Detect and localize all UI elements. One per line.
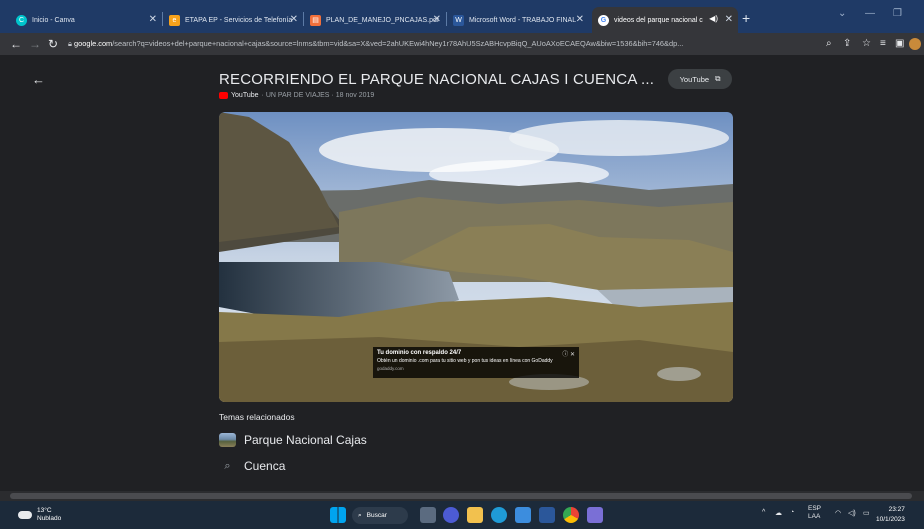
clock[interactable]: 23:27 10/1/2023: [876, 505, 905, 525]
google-icon: G: [598, 14, 609, 26]
video-ad-overlay[interactable]: Tu dominio con respaldo 24/7 Obtén un do…: [373, 347, 579, 378]
tab-label: Microsoft Word - TRABAJO FINAL: [469, 16, 577, 24]
minimize-icon[interactable]: —: [865, 8, 875, 19]
store-icon[interactable]: [515, 507, 531, 523]
volume-icon[interactable]: ◁): [848, 509, 856, 517]
video-title[interactable]: RECORRIENDO EL PARQUE NACIONAL CAJAS I C…: [219, 71, 654, 88]
reload-icon[interactable]: ↻: [48, 37, 58, 51]
video-date: 18 nov 2019: [335, 92, 375, 99]
tab-label: videos del parque nacional c: [614, 16, 703, 24]
close-tab-icon[interactable]: ✕: [149, 14, 157, 25]
onedrive-icon[interactable]: ☁: [775, 509, 782, 517]
external-link-icon: ⧉: [715, 74, 721, 83]
new-tab-icon[interactable]: +: [742, 10, 750, 26]
close-tab-icon[interactable]: ✕: [576, 14, 584, 25]
tab-search-icon[interactable]: ⌄: [838, 8, 846, 19]
related-thumbnail: [219, 433, 236, 447]
lang-top: ESP: [808, 505, 822, 512]
pdf-icon: ▤: [310, 14, 321, 26]
ad-close-icon[interactable]: ⓘ ✕: [562, 349, 575, 358]
chrome-icon[interactable]: [563, 507, 579, 523]
tab-label: Inicio - Canva: [32, 16, 75, 24]
close-tab-icon[interactable]: ✕: [290, 14, 298, 25]
battery-icon[interactable]: ▭: [863, 509, 870, 517]
etapa-icon: e: [169, 14, 180, 26]
tab-pdf[interactable]: ▤ PLAN_DE_MANEJO_PNCAJAS.pdf ✕: [304, 7, 446, 33]
scrollbar-thumb[interactable]: [10, 493, 912, 499]
reading-list-icon[interactable]: ≡: [880, 38, 886, 49]
related-item-parque-nacional-cajas[interactable]: Parque Nacional Cajas: [219, 433, 367, 447]
toolbar: ← → ↻ 🔒︎ google.com/search?q=videos+del+…: [0, 33, 924, 55]
language-indicator[interactable]: ESP LAA: [808, 505, 821, 521]
tab-strip: C Inicio - Canva ✕ e ETAPA EP - Servicio…: [0, 0, 924, 33]
maximize-icon[interactable]: ❐: [893, 8, 902, 19]
related-item-cuenca[interactable]: ⌕ Cuenca: [219, 459, 285, 473]
tray-app-icon[interactable]: ◔: [790, 509, 794, 516]
cloud-icon: [18, 511, 32, 519]
youtube-button-label: YouTube: [679, 74, 710, 84]
side-panel-icon[interactable]: ▣: [895, 38, 904, 49]
url-path: /search?q=videos+del+parque+nacional+caj…: [112, 39, 684, 48]
word-taskbar-icon[interactable]: [539, 507, 555, 523]
tab-canva[interactable]: C Inicio - Canva ✕: [10, 7, 162, 33]
related-item-label: Parque Nacional Cajas: [244, 433, 367, 447]
back-arrow-icon[interactable]: ←: [10, 37, 22, 51]
back-arrow-icon[interactable]: ←: [32, 72, 45, 87]
tab-etapa[interactable]: e ETAPA EP - Servicios de Telefonía ✕: [163, 7, 303, 33]
weather-widget[interactable]: 13°C Nublado: [18, 507, 61, 523]
taskbar: 13°C Nublado ⌕ Buscar ^ ☁ ◔ ESP LAA ◠ ◁)…: [0, 501, 924, 529]
wifi-icon[interactable]: ◠: [835, 509, 841, 517]
windows-start-icon[interactable]: [330, 507, 346, 523]
tab-label: ETAPA EP - Servicios de Telefonía: [185, 16, 293, 24]
clock-time: 23:27: [888, 506, 905, 513]
tab-google-videos[interactable]: G videos del parque nacional c ◀) ✕: [592, 7, 738, 33]
tab-word[interactable]: W Microsoft Word - TRABAJO FINAL ✕: [447, 7, 589, 33]
ad-url: godaddy.com: [377, 366, 404, 371]
video-channel: UN PAR DE VIAJES: [265, 92, 330, 99]
share-icon[interactable]: ⇪: [843, 38, 851, 49]
video-source: YouTube: [231, 92, 259, 99]
video-preview-page: ← RECORRIENDO EL PARQUE NACIONAL CAJAS I…: [0, 55, 924, 491]
url-host: google.com: [74, 39, 113, 48]
search-icon: ⌕: [358, 511, 362, 519]
chat-icon[interactable]: [443, 507, 459, 523]
chevron-up-icon[interactable]: ^: [762, 509, 765, 516]
meta-separator: ·: [331, 92, 334, 99]
task-view-icon[interactable]: [420, 507, 436, 523]
profile-avatar[interactable]: [909, 38, 921, 50]
close-tab-icon[interactable]: ✕: [433, 14, 441, 25]
lang-bottom: LAA: [808, 513, 821, 520]
youtube-logo-icon: [219, 92, 228, 99]
word-icon: W: [453, 14, 464, 26]
weather-temp: 13°C: [37, 507, 52, 514]
canva-icon: C: [16, 14, 27, 26]
video-meta: YouTube · UN PAR DE VIAJES · 18 nov 2019: [219, 92, 374, 99]
weather-desc: Nublado: [37, 515, 62, 522]
address-bar[interactable]: 🔒︎ google.com/search?q=videos+del+parque…: [68, 36, 828, 52]
tab-label: PLAN_DE_MANEJO_PNCAJAS.pdf: [326, 16, 439, 24]
forward-arrow-icon[interactable]: →: [29, 37, 41, 51]
ad-description: Obtén un dominio .com para tu sitio web …: [377, 358, 553, 364]
app-icon[interactable]: [587, 507, 603, 523]
video-player[interactable]: Tu dominio con respaldo 24/7 Obtén un do…: [219, 112, 733, 402]
search-label: Buscar: [366, 512, 387, 519]
taskbar-search[interactable]: ⌕ Buscar: [352, 507, 408, 524]
meta-separator: ·: [261, 92, 264, 99]
close-tab-icon[interactable]: ✕: [725, 14, 733, 25]
related-topics-heading: Temas relacionados: [219, 412, 295, 422]
horizontal-scrollbar[interactable]: [0, 491, 924, 501]
ad-headline: Tu dominio con respaldo 24/7: [377, 350, 462, 356]
zoom-icon[interactable]: ⌕: [826, 38, 832, 49]
search-icon: ⌕: [224, 459, 231, 472]
audio-playing-icon[interactable]: ◀): [709, 14, 718, 23]
open-youtube-button[interactable]: YouTube ⧉: [668, 69, 732, 89]
edge-icon[interactable]: [491, 507, 507, 523]
file-explorer-icon[interactable]: [467, 507, 483, 523]
clock-date: 10/1/2023: [876, 516, 905, 523]
related-item-label: Cuenca: [244, 459, 286, 473]
bookmark-star-icon[interactable]: ☆: [862, 38, 871, 49]
